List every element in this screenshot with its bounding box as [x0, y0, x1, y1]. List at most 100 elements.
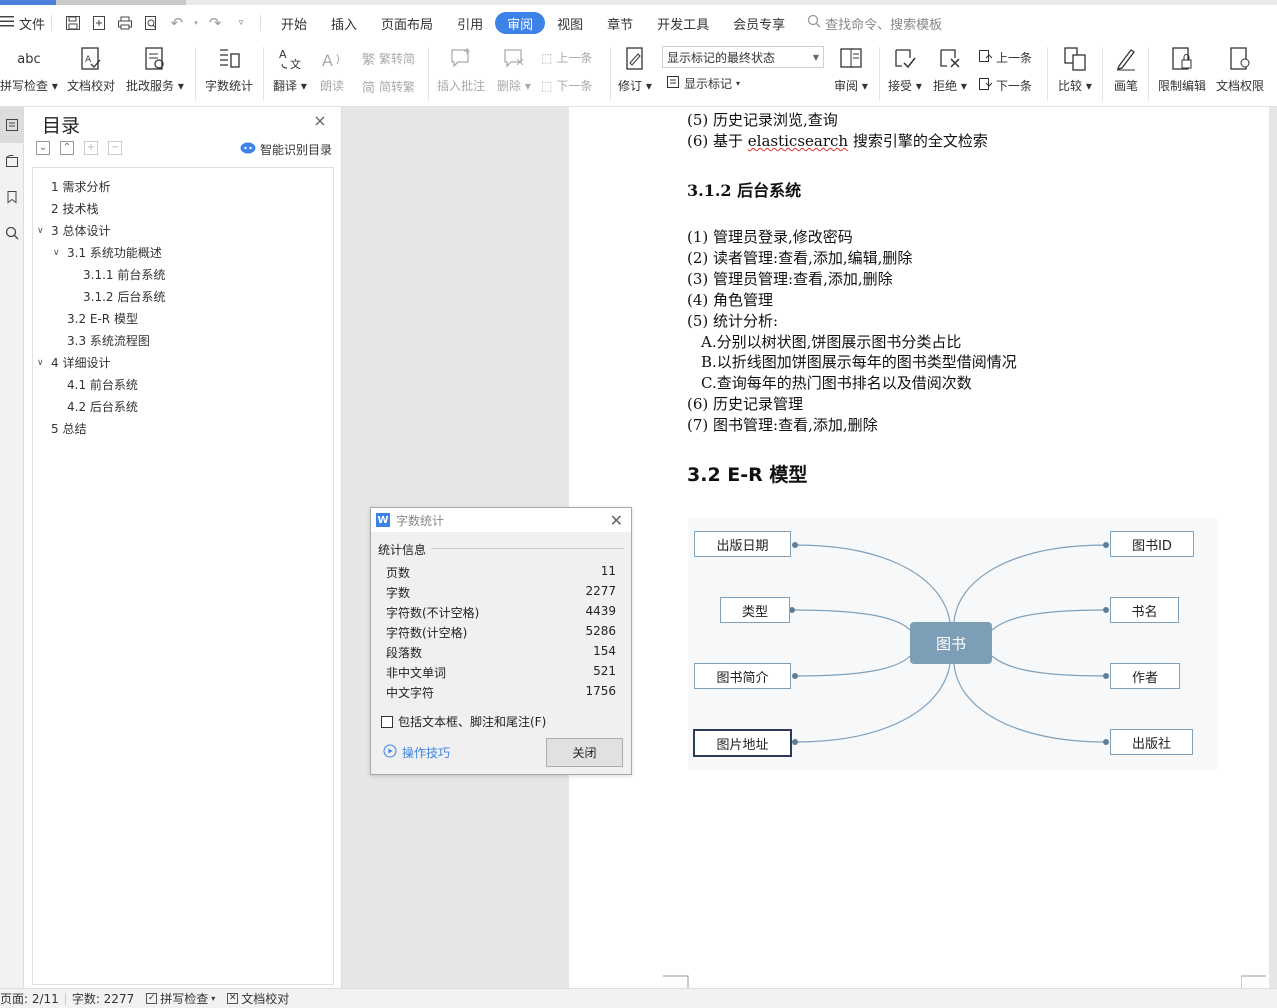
mindmap-node[interactable]: 图书简介 — [694, 663, 791, 689]
read-aloud-button[interactable]: A 朗读 — [318, 45, 346, 94]
tab-developer[interactable]: 开发工具 — [645, 12, 721, 34]
ribbon-separator — [1148, 47, 1149, 101]
revision-service-button[interactable]: 批改服务 ▾ — [126, 45, 184, 94]
toc-item[interactable]: 5 总结 — [51, 420, 86, 437]
customize-qat-icon[interactable]: ▿ — [230, 12, 252, 34]
separator — [260, 15, 262, 31]
toc-item[interactable]: ∨ 3 总体设计 — [37, 222, 110, 239]
tab-insert[interactable]: 插入 — [319, 12, 369, 34]
toc-item[interactable]: ∨ 3.1 系统功能概述 — [53, 244, 162, 261]
doc-line: C.查询每年的热门图书排名以及借阅次数 — [701, 374, 972, 392]
close-icon[interactable]: ✕ — [610, 511, 623, 530]
close-button[interactable]: 关闭 — [546, 738, 623, 767]
file-menu[interactable]: 文件 — [0, 12, 45, 34]
ribbon-separator — [879, 47, 880, 101]
mindmap-node[interactable]: 图书ID — [1110, 531, 1194, 557]
command-search[interactable]: 查找命令、搜索模板 — [807, 14, 942, 33]
smart-toc-label: 智能识别目录 — [260, 143, 333, 157]
side-rail — [0, 107, 24, 988]
tab-home[interactable]: 开始 — [269, 12, 319, 34]
collapse-icon[interactable]: ⌃ — [60, 141, 74, 155]
track-changes-button[interactable]: 修订 ▾ — [618, 45, 652, 94]
mindmap-node-selected[interactable]: 图片地址 — [693, 729, 792, 757]
delete-comment-icon — [500, 45, 528, 73]
tab-membership[interactable]: 会员专享 — [721, 12, 797, 34]
doc-proof-button[interactable]: A 文档校对 — [67, 45, 115, 94]
toc-item[interactable]: 3.3 系统流程图 — [67, 332, 150, 349]
restrict-edit-button[interactable]: 限制编辑 — [1158, 45, 1206, 94]
page-indicator[interactable]: 页面: 2/11 — [0, 990, 65, 1007]
toc-panel-icon[interactable] — [0, 107, 24, 143]
reject-button[interactable]: 拒绝 ▾ — [933, 45, 967, 94]
to-simplified-button[interactable]: 简 简转繁 — [362, 77, 415, 96]
toc-item[interactable]: 3.1.2 后台系统 — [83, 288, 165, 305]
spell-check-toggle[interactable]: ✓ 拼写检查 ▾ — [140, 990, 221, 1007]
redo-icon[interactable]: ↷ — [204, 12, 226, 34]
export-pdf-icon[interactable] — [88, 12, 110, 34]
dialog-titlebar[interactable]: W 字数统计 ✕ — [371, 508, 631, 532]
chapter-icon[interactable] — [0, 143, 24, 179]
next-comment-button[interactable]: ⬚ 下一条 — [541, 77, 592, 94]
prev-comment-button[interactable]: ⬚ 上一条 — [541, 49, 592, 66]
expand-icon[interactable]: ⌄ — [36, 141, 50, 155]
toc-title: 目录 — [42, 115, 81, 137]
toc-item[interactable]: 4.1 前台系统 — [67, 376, 138, 393]
print-preview-icon[interactable] — [140, 12, 162, 34]
delete-comment-button[interactable]: 删除 ▾ — [497, 45, 531, 94]
toc-item[interactable]: ∨ 4 详细设计 — [37, 354, 110, 371]
undo-icon[interactable]: ↶ — [166, 12, 188, 34]
spell-check-button[interactable]: abc 拼写检查 ▾ — [0, 45, 58, 94]
doc-line: (2) 读者管理:查看,添加,编辑,删除 — [687, 249, 913, 267]
to-traditional-button[interactable]: 繁 繁转简 — [362, 49, 415, 68]
tab-view[interactable]: 视图 — [545, 12, 595, 34]
mindmap-center-node[interactable]: 图书 — [910, 622, 992, 664]
add-level-icon[interactable]: + — [84, 141, 98, 155]
stat-row: 字符数(计空格) 5286 — [386, 624, 616, 640]
mindmap-node[interactable]: 类型 — [720, 597, 790, 623]
next-change-button[interactable]: 下一条 — [978, 77, 1032, 94]
ribbon-separator — [1102, 47, 1103, 101]
smart-toc-button[interactable]: 智能识别目录 — [240, 141, 332, 158]
bookmark-icon[interactable] — [0, 179, 24, 215]
tab-review[interactable]: 审阅 — [495, 12, 546, 34]
mindmap-node[interactable]: 出版社 — [1110, 729, 1193, 755]
ink-button[interactable]: 画笔 — [1112, 45, 1140, 94]
markup-display-dropdown[interactable]: 显示标记的最终状态 ▼ — [662, 46, 824, 68]
show-markup-button[interactable]: 显示标记 ▾ — [666, 75, 740, 92]
mindmap-node[interactable]: 作者 — [1110, 663, 1180, 689]
tips-link[interactable]: 操作技巧 — [383, 744, 450, 761]
toc-item[interactable]: 3.2 E-R 模型 — [67, 310, 138, 327]
toc-item[interactable]: 3.1.1 前台系统 — [83, 266, 165, 283]
toc-item[interactable]: 2 技术栈 — [51, 200, 98, 217]
review-pane-icon — [837, 45, 865, 73]
tab-page-layout[interactable]: 页面布局 — [369, 12, 445, 34]
toc-item[interactable]: 4.2 后台系统 — [67, 398, 138, 415]
doc-proof-toggle[interactable]: ✕ 文档校对 — [221, 990, 295, 1007]
tab-section[interactable]: 章节 — [595, 12, 645, 34]
compare-button[interactable]: 比较 ▾ — [1058, 45, 1092, 94]
tab-references[interactable]: 引用 — [445, 12, 495, 34]
accept-button[interactable]: 接受 ▾ — [888, 45, 922, 94]
save-icon[interactable] — [62, 12, 84, 34]
find-icon[interactable] — [0, 215, 24, 251]
prev-change-button[interactable]: 上一条 — [978, 49, 1032, 66]
translate-icon: A文 — [276, 45, 304, 73]
remove-level-icon[interactable]: − — [108, 141, 122, 155]
review-pane-button[interactable]: 审阅 ▾ — [834, 45, 868, 94]
word-count-button[interactable]: 字数统计 — [205, 45, 253, 94]
insert-comment-button[interactable]: 插入批注 — [437, 45, 485, 94]
er-mindmap[interactable]: 出版日期 类型 图书简介 图片地址 图书 图书ID 书名 作者 出版社 — [688, 518, 1218, 770]
stat-row: 中文字符 1756 — [386, 684, 616, 700]
print-icon[interactable] — [114, 12, 136, 34]
checkbox-box[interactable] — [381, 715, 393, 728]
doc-permission-button[interactable]: 文档权限 — [1216, 45, 1264, 94]
undo-dropdown-icon[interactable]: ▾ — [192, 12, 200, 34]
mindmap-node[interactable]: 书名 — [1110, 597, 1179, 623]
toc-item[interactable]: 1 需求分析 — [51, 178, 110, 195]
revision-service-label: 批改服务 — [126, 79, 175, 93]
translate-button[interactable]: A文 翻译 ▾ — [273, 45, 307, 94]
mindmap-node[interactable]: 出版日期 — [694, 531, 791, 557]
include-textbox-checkbox[interactable]: 包括文本框、脚注和尾注(F) — [381, 713, 546, 730]
close-icon[interactable]: × — [312, 113, 328, 129]
word-count-indicator[interactable]: 字数: 2277 — [66, 990, 140, 1007]
